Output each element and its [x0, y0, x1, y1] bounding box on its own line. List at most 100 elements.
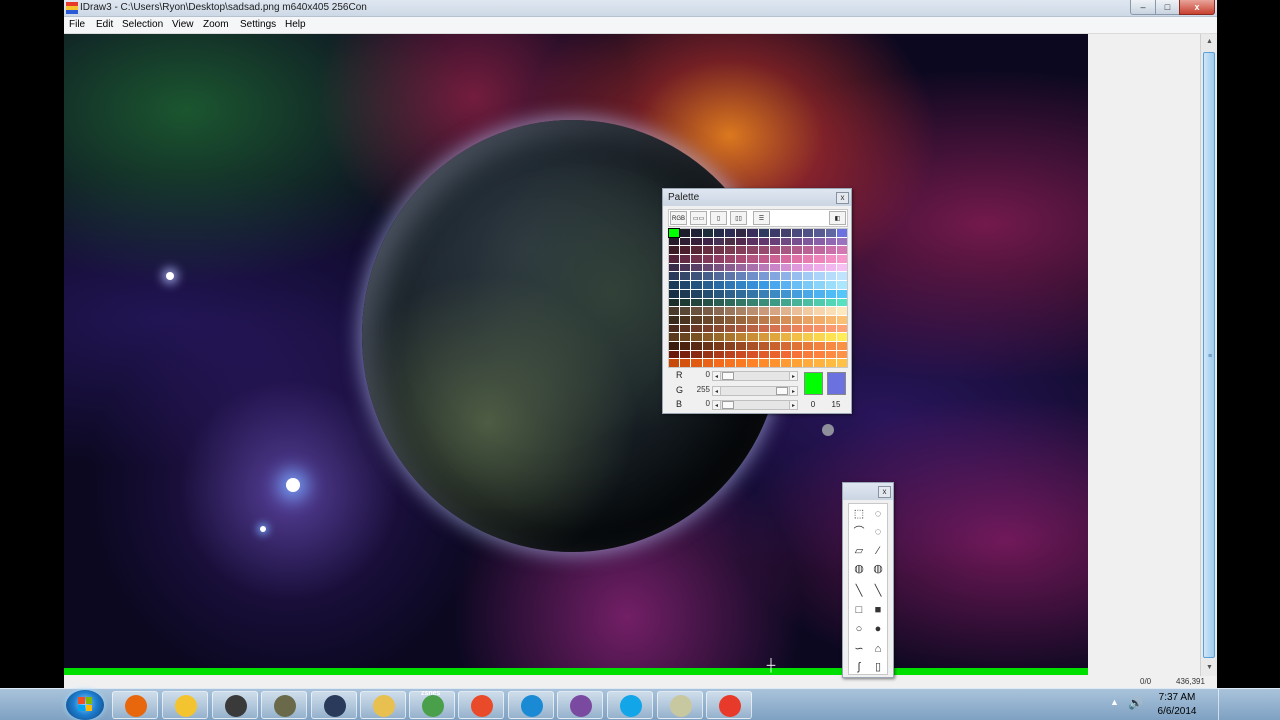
- palette-swatch[interactable]: [769, 315, 780, 324]
- palette-swatch[interactable]: [736, 281, 747, 289]
- close-button[interactable]: x: [1179, 0, 1215, 15]
- firefox-taskbar-button[interactable]: [112, 691, 158, 719]
- palette-swatch[interactable]: [669, 263, 680, 272]
- palette-swatch[interactable]: [713, 272, 724, 281]
- palette-swatch[interactable]: [691, 315, 702, 324]
- curve-tool-icon[interactable]: ∽: [851, 642, 867, 657]
- palette-swatch[interactable]: [780, 237, 792, 246]
- background-color-swatch[interactable]: [827, 372, 846, 395]
- palette-swatch[interactable]: [669, 307, 680, 315]
- palette-swatch[interactable]: [769, 229, 780, 237]
- palette-swatch[interactable]: [669, 333, 680, 341]
- palette-swatch[interactable]: [724, 281, 736, 289]
- palette-swatch[interactable]: [667, 228, 681, 238]
- palette-swatch[interactable]: [713, 307, 724, 315]
- palette-swatch[interactable]: [669, 324, 680, 333]
- palette-swatch[interactable]: [825, 333, 836, 341]
- palette-swatch[interactable]: [769, 359, 780, 367]
- palette-swatch[interactable]: [736, 246, 747, 255]
- scrollbar-thumb[interactable]: ≡: [1203, 52, 1215, 658]
- palette-swatch[interactable]: [680, 307, 691, 315]
- palette-swatch[interactable]: [691, 307, 702, 315]
- palette-swatch[interactable]: [747, 229, 758, 237]
- palette-swatch[interactable]: [758, 229, 769, 237]
- star-app-taskbar-button[interactable]: [458, 691, 504, 719]
- palette-swatch[interactable]: [780, 255, 792, 263]
- green-slider[interactable]: ◂ ▸: [712, 386, 798, 396]
- palette-swatch[interactable]: [691, 246, 702, 255]
- palette-swatch[interactable]: [814, 263, 825, 272]
- palette-swatch[interactable]: [691, 289, 702, 298]
- palette-swatch[interactable]: [792, 263, 803, 272]
- palette-swatch[interactable]: [680, 289, 691, 298]
- filled-ellipse-tool-icon[interactable]: ●: [870, 622, 886, 637]
- palette-swatch[interactable]: [814, 272, 825, 281]
- palette-save-button[interactable]: ▯▯: [730, 211, 747, 225]
- palette-swatch[interactable]: [691, 255, 702, 263]
- palette-swatch[interactable]: [825, 272, 836, 281]
- scroll-down-arrow-icon[interactable]: ▼: [1202, 660, 1217, 676]
- palette-swatch[interactable]: [803, 263, 814, 272]
- palette-swatch[interactable]: [702, 298, 713, 307]
- slider-right-arrow-icon[interactable]: ▸: [789, 400, 798, 410]
- file-explorer-taskbar-button[interactable]: [360, 691, 406, 719]
- palette-swatch[interactable]: [825, 246, 836, 255]
- palette-swatch[interactable]: [792, 324, 803, 333]
- tray-expand-icon[interactable]: ▲: [1110, 697, 1119, 707]
- palette-swatch[interactable]: [736, 263, 747, 272]
- palette-swatch[interactable]: [747, 341, 758, 350]
- palette-swatch[interactable]: [736, 307, 747, 315]
- palette-swatch[interactable]: [780, 333, 792, 341]
- palette-swatch[interactable]: [713, 298, 724, 307]
- palette-swatch[interactable]: [803, 272, 814, 281]
- palette-swatch[interactable]: [803, 281, 814, 289]
- palette-swatch[interactable]: [758, 281, 769, 289]
- palette-swatch[interactable]: [803, 289, 814, 298]
- maxthon-taskbar-button[interactable]: [508, 691, 554, 719]
- image-canvas[interactable]: [64, 34, 1088, 668]
- palette-swatch[interactable]: [814, 237, 825, 246]
- palette-swatch[interactable]: [803, 307, 814, 315]
- skype-taskbar-button[interactable]: [607, 691, 653, 719]
- slider-left-arrow-icon[interactable]: ◂: [712, 371, 721, 381]
- palette-swatch[interactable]: [836, 324, 847, 333]
- palette-swatch[interactable]: [691, 263, 702, 272]
- palette-swatch[interactable]: [814, 307, 825, 315]
- palette-swatch[interactable]: [803, 359, 814, 367]
- palette-swatch[interactable]: [680, 255, 691, 263]
- palette-swatch[interactable]: [669, 298, 680, 307]
- palette-swatch[interactable]: [713, 289, 724, 298]
- palette-swatch[interactable]: [736, 333, 747, 341]
- palette-swatch[interactable]: [780, 272, 792, 281]
- palette-swatch[interactable]: [780, 341, 792, 350]
- palette-swatch[interactable]: [680, 263, 691, 272]
- blue-slider[interactable]: ◂ ▸: [712, 400, 798, 410]
- palette-swatch[interactable]: [825, 359, 836, 367]
- palette-swatch[interactable]: [825, 263, 836, 272]
- palette-close-button[interactable]: x: [836, 192, 849, 204]
- palette-swatch[interactable]: [724, 229, 736, 237]
- palette-swatch[interactable]: [736, 359, 747, 367]
- palette-swatch[interactable]: [769, 255, 780, 263]
- palette-swatch[interactable]: [792, 307, 803, 315]
- palette-swatch[interactable]: [713, 255, 724, 263]
- palette-swatch[interactable]: [747, 307, 758, 315]
- palette-swatch[interactable]: [769, 289, 780, 298]
- palette-swatch[interactable]: [792, 298, 803, 307]
- palette-swatch[interactable]: [780, 246, 792, 255]
- palette-swatch[interactable]: [680, 272, 691, 281]
- palette-swatch[interactable]: [724, 263, 736, 272]
- palette-swatch[interactable]: [702, 272, 713, 281]
- palette-swatch[interactable]: [836, 350, 847, 359]
- maximize-button[interactable]: □: [1155, 0, 1180, 15]
- blue-slider-thumb[interactable]: [722, 401, 734, 409]
- palette-swatch[interactable]: [825, 298, 836, 307]
- palette-swatch[interactable]: [836, 272, 847, 281]
- palette-swatch[interactable]: [836, 341, 847, 350]
- menu-help[interactable]: Help: [285, 19, 306, 30]
- gamepad-taskbar-button[interactable]: [557, 691, 603, 719]
- palette-swatch[interactable]: [825, 350, 836, 359]
- palette-swatch[interactable]: [814, 359, 825, 367]
- pencil-tool-icon[interactable]: ╲: [851, 584, 867, 599]
- palette-swatch[interactable]: [803, 237, 814, 246]
